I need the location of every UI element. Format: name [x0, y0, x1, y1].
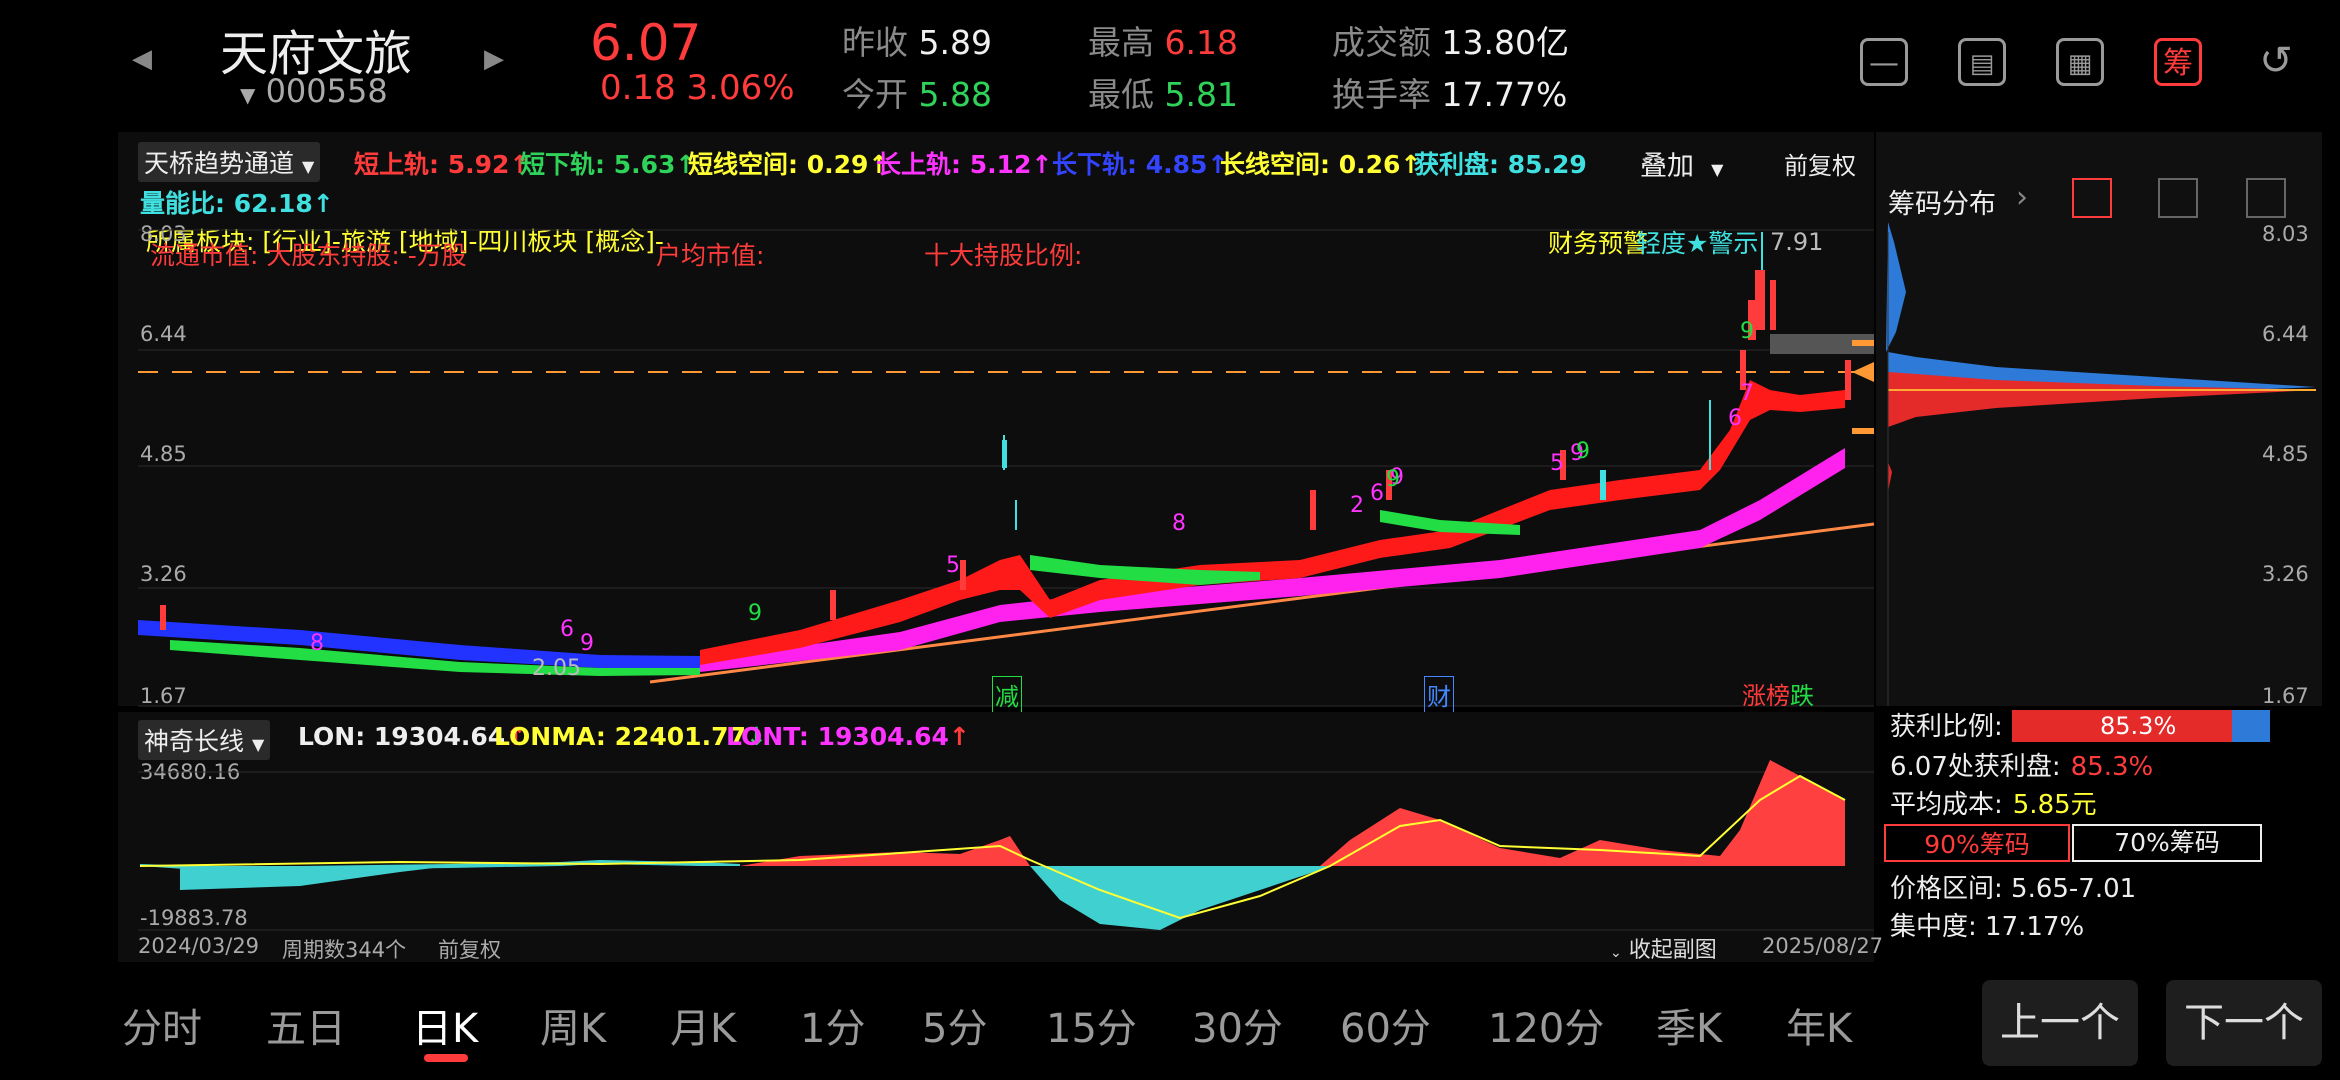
- tab-30min[interactable]: 30分: [1192, 996, 1283, 1054]
- period-count: 周期数344个: [282, 938, 407, 962]
- active-tab-indicator: [424, 1054, 468, 1062]
- adjust-label: 前复权: [438, 938, 501, 962]
- tab-1min[interactable]: 1分: [800, 996, 865, 1054]
- collapse-sub-chart[interactable]: ⌄ 收起副图: [1610, 932, 1717, 964]
- tab-weekly[interactable]: 周K: [540, 996, 606, 1054]
- lon-chart: [138, 760, 1874, 931]
- tab-monthly[interactable]: 月K: [670, 996, 736, 1054]
- start-date: 2024/03/29: [138, 934, 260, 958]
- tab-quarterly[interactable]: 季K: [1656, 996, 1722, 1054]
- tab-15min[interactable]: 15分: [1046, 996, 1137, 1054]
- prev-stock-button[interactable]: 上一个: [1982, 980, 2138, 1066]
- tab-60min[interactable]: 60分: [1340, 996, 1431, 1054]
- tab-120min[interactable]: 120分: [1488, 996, 1604, 1054]
- tab-daily[interactable]: 日K: [412, 996, 478, 1054]
- end-date: 2025/08/27: [1762, 934, 1884, 958]
- tab-intraday[interactable]: 分时: [122, 996, 202, 1054]
- chevron-down-icon: ⌄: [1610, 945, 1622, 961]
- tab-yearly[interactable]: 年K: [1786, 996, 1852, 1054]
- tab-five-day[interactable]: 五日: [266, 996, 346, 1054]
- tab-5min[interactable]: 5分: [922, 996, 987, 1054]
- next-stock-button[interactable]: 下一个: [2166, 980, 2322, 1066]
